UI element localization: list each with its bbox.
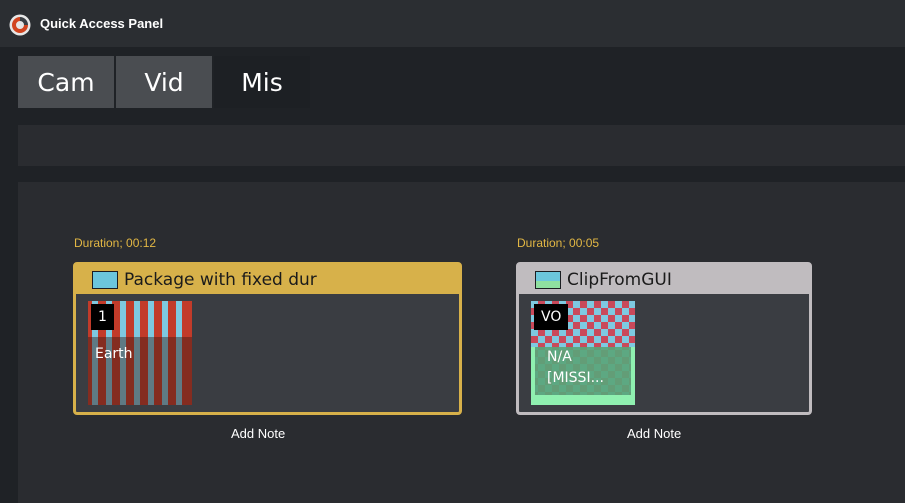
item-duration: Duration; 00:05	[517, 236, 600, 250]
tab-cam[interactable]: Cam	[18, 56, 114, 108]
tab-label: Mis	[241, 67, 283, 97]
item-caption: Earth	[95, 346, 133, 362]
window-title: Quick Access Panel	[40, 16, 164, 31]
add-note-button[interactable]: Add Note	[627, 426, 681, 441]
item-card-package[interactable]: Package with fixed dur 1 Earth	[73, 262, 462, 415]
item-thumbnail: VO N/A [MISSI...	[531, 301, 635, 405]
tab-vid[interactable]: Vid	[116, 56, 212, 108]
item-header: ClipFromGUI	[519, 265, 809, 294]
title-bar: Quick Access Panel	[0, 0, 905, 47]
item-badge: VO	[534, 304, 569, 330]
tab-bar: Cam Vid Mis	[18, 56, 312, 108]
item-caption-line2: [MISSI...	[547, 370, 604, 386]
add-note-button[interactable]: Add Note	[231, 426, 285, 441]
item-thumbnail: 1 Earth	[88, 301, 192, 405]
tab-mis[interactable]: Mis	[214, 56, 310, 108]
color-swatch-icon	[535, 270, 561, 289]
item-badge: 1	[91, 304, 114, 330]
separator	[18, 166, 905, 182]
app-logo-icon	[9, 14, 31, 36]
tab-label: Cam	[37, 67, 95, 97]
item-duration: Duration; 00:12	[74, 236, 157, 250]
item-title: ClipFromGUI	[567, 269, 672, 290]
tab-label: Vid	[144, 67, 184, 97]
item-header: Package with fixed dur	[76, 265, 459, 294]
toolbar-area	[18, 125, 905, 166]
item-caption-line1: N/A	[547, 349, 572, 365]
item-card-clip[interactable]: ClipFromGUI VO N/A [MISSI...	[516, 262, 812, 415]
color-swatch-icon	[92, 270, 118, 289]
item-title: Package with fixed dur	[124, 269, 317, 290]
